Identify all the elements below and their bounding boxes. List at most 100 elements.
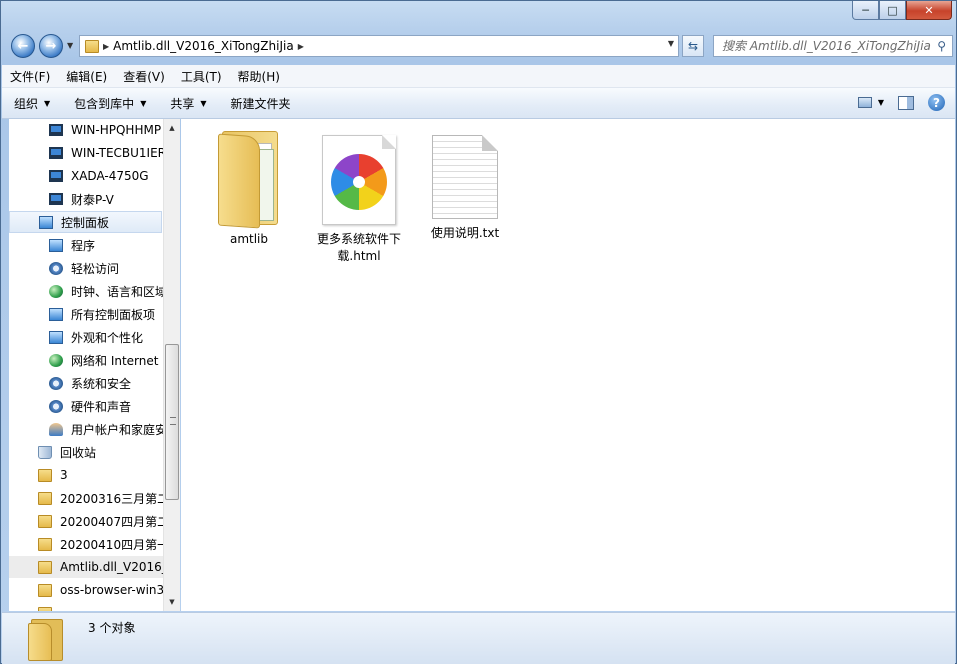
- help-icon: ?: [933, 95, 940, 110]
- nav-item-folder-20200410[interactable]: 20200410四月第一: [9, 533, 163, 555]
- nav-item-recycle-bin[interactable]: 回收站: [9, 441, 163, 463]
- file-item-txt[interactable]: 使用说明.txt: [417, 129, 513, 242]
- organize-button[interactable]: 组织 ▼: [2, 95, 62, 112]
- nav-item-caitai-pv[interactable]: 财泰P-V: [9, 188, 163, 210]
- nav-item-win-tecbu1ier[interactable]: WIN-TECBU1IER: [9, 142, 163, 164]
- nav-item-label: 20200410四月第一: [60, 537, 163, 552]
- nav-item-folder-3[interactable]: 3: [9, 464, 163, 486]
- refresh-icon: ⇆: [687, 39, 699, 53]
- breadcrumb-separator-icon[interactable]: ▶: [298, 42, 304, 51]
- nav-item-label: Amtlib.dll_V2016_X: [60, 560, 163, 574]
- menu-file[interactable]: 文件(F): [2, 68, 58, 85]
- folder-icon: [38, 606, 52, 611]
- change-view-button[interactable]: ▼: [857, 97, 884, 108]
- minimize-button[interactable]: ─: [852, 1, 879, 20]
- nav-item-label: 外观和个性化: [71, 330, 144, 345]
- control-panel-icon: [39, 215, 53, 229]
- folder-icon: [38, 583, 52, 597]
- nav-item-ease-of-access[interactable]: 轻松访问: [9, 257, 163, 279]
- nav-item-system-security[interactable]: 系统和安全: [9, 372, 163, 394]
- nav-item-label: 20200407四月第二: [60, 514, 163, 529]
- chevron-down-icon: ▼: [200, 98, 207, 108]
- nav-item-xada-4750g[interactable]: XADA-4750G: [9, 165, 163, 187]
- address-history-dropdown[interactable]: ▼: [668, 39, 674, 48]
- nav-item-win-hpqhhmp[interactable]: WIN-HPQHHMP: [9, 119, 163, 141]
- nav-item-hardware-sound[interactable]: 硬件和声音: [9, 395, 163, 417]
- appearance-icon: [49, 330, 63, 344]
- folder-icon: [218, 129, 280, 229]
- nav-item-label: oss-browser-win3: [60, 583, 163, 597]
- share-button[interactable]: 共享 ▼: [158, 95, 218, 112]
- nav-item-appearance[interactable]: 外观和个性化: [9, 326, 163, 348]
- preview-pane-button[interactable]: [898, 95, 914, 110]
- nav-item-control-panel[interactable]: 控制面板: [9, 211, 162, 233]
- details-pane: 3 个对象: [2, 612, 955, 664]
- share-label: 共享: [170, 96, 195, 111]
- include-in-library-button[interactable]: 包含到库中 ▼: [62, 95, 158, 112]
- navigation-pane: WIN-HPQHHMP WIN-TECBU1IER XADA-4750G 财泰P…: [9, 119, 163, 611]
- breadcrumb-separator-icon[interactable]: ▶: [103, 42, 109, 51]
- clock-language-icon: [49, 284, 63, 298]
- navigation-scrollbar[interactable]: ▲ ▼: [163, 119, 180, 611]
- scroll-down-arrow-icon[interactable]: ▼: [164, 594, 180, 610]
- maximize-button[interactable]: □: [879, 1, 906, 20]
- computer-icon: [49, 147, 63, 159]
- security-icon: [49, 376, 63, 390]
- ease-of-access-icon: [49, 261, 63, 275]
- menu-tools[interactable]: 工具(T): [173, 68, 230, 85]
- new-folder-button[interactable]: 新建文件夹: [219, 95, 303, 112]
- programs-icon: [49, 238, 63, 252]
- nav-item-label: 控制面板: [61, 215, 110, 230]
- search-icon[interactable]: ⚲: [937, 39, 946, 53]
- breadcrumb-current[interactable]: Amtlib.dll_V2016_XiTongZhiJia: [113, 39, 294, 53]
- toolbar-right-group: ▼ ?: [857, 94, 945, 111]
- menu-view[interactable]: 查看(V): [115, 68, 173, 85]
- back-arrow-icon: ←: [17, 38, 29, 54]
- scroll-up-arrow-icon[interactable]: ▲: [164, 120, 180, 136]
- recent-pages-dropdown[interactable]: ▼: [67, 41, 73, 50]
- nav-item-clock-language[interactable]: 时钟、语言和区域: [9, 280, 163, 302]
- computer-icon: [49, 124, 63, 136]
- nav-item-label: 财泰P-V: [71, 192, 114, 207]
- nav-item-folder-oss-browser[interactable]: oss-browser-win3: [9, 579, 163, 601]
- computer-icon: [49, 193, 63, 205]
- window-caption-buttons: ─ □ ✕: [852, 1, 952, 20]
- search-box[interactable]: ⚲: [713, 35, 953, 57]
- nav-item-all-control-panel-items[interactable]: 所有控制面板项: [9, 303, 163, 325]
- chevron-down-icon: ▼: [877, 98, 884, 107]
- refresh-button[interactable]: ⇆: [682, 35, 704, 57]
- address-bar[interactable]: ▶ Amtlib.dll_V2016_XiTongZhiJia ▶ ▼: [79, 35, 679, 57]
- hardware-icon: [49, 399, 63, 413]
- command-bar: 组织 ▼ 包含到库中 ▼ 共享 ▼ 新建文件夹 ▼ ?: [2, 88, 955, 119]
- forward-arrow-icon: →: [45, 38, 57, 54]
- folder-icon: [38, 514, 52, 528]
- nav-item-network[interactable]: 网络和 Internet: [9, 349, 163, 371]
- help-button[interactable]: ?: [928, 94, 945, 111]
- menu-bar: 文件(F) 编辑(E) 查看(V) 工具(T) 帮助(H): [2, 65, 955, 88]
- grip-icon: [170, 417, 176, 425]
- computer-icon: [49, 170, 63, 182]
- nav-item-user-accounts[interactable]: 用户帐户和家庭安: [9, 418, 163, 440]
- forward-button[interactable]: →: [39, 34, 63, 58]
- text-file-icon: [432, 135, 498, 219]
- nav-item-label: 网络和 Internet: [71, 353, 159, 368]
- file-item-amtlib-folder[interactable]: amtlib: [201, 129, 297, 248]
- nav-item-folder-amtlib-current[interactable]: Amtlib.dll_V2016_X: [9, 556, 163, 578]
- folder-icon: [85, 39, 99, 53]
- file-item-html[interactable]: 更多系统软件下载.html: [311, 129, 407, 265]
- nav-item-programs[interactable]: 程序: [9, 234, 163, 256]
- back-button[interactable]: ←: [11, 34, 35, 58]
- explorer-window: ─ □ ✕ ← → ▼ ▶ Amtlib.dll_V2016_XiTongZhi…: [0, 0, 957, 664]
- item-count: 3 个对象: [88, 621, 136, 635]
- folder-icon: [38, 491, 52, 505]
- nav-item-folder-20200316[interactable]: 20200316三月第二: [9, 487, 163, 509]
- network-icon: [49, 353, 63, 367]
- file-list-pane[interactable]: amtlib 更多系统软件下载.html 使用说明.txt: [181, 119, 955, 611]
- nav-item-folder-partial[interactable]: [9, 602, 163, 611]
- scrollbar-thumb[interactable]: [165, 344, 179, 500]
- menu-help[interactable]: 帮助(H): [230, 68, 288, 85]
- search-input[interactable]: [720, 38, 934, 54]
- menu-edit[interactable]: 编辑(E): [58, 68, 115, 85]
- nav-item-folder-20200407[interactable]: 20200407四月第二: [9, 510, 163, 532]
- close-button[interactable]: ✕: [906, 1, 952, 20]
